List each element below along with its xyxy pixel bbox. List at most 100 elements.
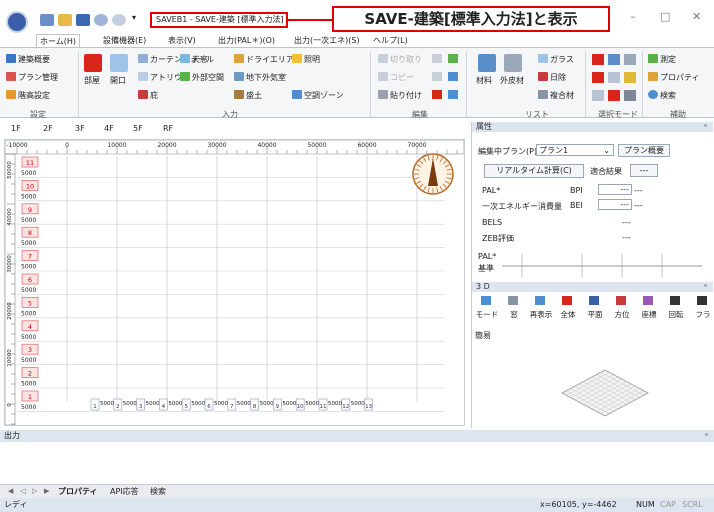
- view3d-tool-icon: [562, 296, 572, 305]
- view3d-tool-icon: [643, 296, 653, 305]
- select-light-icon[interactable]: [624, 72, 636, 83]
- glass-button[interactable]: ガラス: [538, 54, 574, 65]
- mirror-icon[interactable]: [448, 72, 458, 81]
- skylight-button[interactable]: 天窓: [180, 54, 208, 65]
- select-wall-icon[interactable]: [608, 54, 620, 65]
- select-zone-icon[interactable]: [592, 90, 604, 101]
- exterior-material-button[interactable]: 外皮材: [500, 75, 524, 86]
- view3d-tool-button[interactable]: 全体: [555, 309, 581, 320]
- ac-zone-icon: [292, 90, 302, 99]
- copy-button[interactable]: コピー: [378, 72, 414, 83]
- select-floor-icon[interactable]: [592, 72, 604, 83]
- lighting-icon: [292, 54, 302, 63]
- plan-select[interactable]: プラン1 ⌄: [536, 144, 614, 156]
- delete-icon[interactable]: [432, 90, 442, 99]
- material-button[interactable]: 材料: [476, 75, 492, 86]
- save-icon[interactable]: [76, 14, 90, 26]
- dry-area-button[interactable]: ドライエリア: [234, 54, 294, 65]
- close-button[interactable]: ✕: [692, 10, 701, 23]
- property-button[interactable]: プロパティ: [648, 72, 700, 83]
- column-label: 5: [184, 404, 188, 410]
- tab-search[interactable]: 検索: [150, 486, 166, 497]
- primary-energy-label: 一次エネルギー消費量: [482, 202, 562, 211]
- move-icon[interactable]: [448, 90, 458, 99]
- pin-icon[interactable]: ᵃ: [705, 430, 708, 442]
- tab-equipment[interactable]: 設備機器(E): [100, 34, 149, 48]
- outdoor-space-button[interactable]: 外部空間: [180, 72, 224, 83]
- view3d-tool-button[interactable]: モード: [474, 309, 500, 320]
- nav-first-icon[interactable]: ◀: [8, 487, 13, 495]
- view3d-tool-button[interactable]: 再表示: [528, 309, 554, 320]
- floor-tab-2f[interactable]: 2F: [43, 124, 53, 133]
- pin-icon[interactable]: ᵃ: [704, 282, 707, 292]
- x-tick-label: 50000: [307, 142, 326, 149]
- tab-view[interactable]: 表示(V): [165, 34, 199, 48]
- tab-help[interactable]: ヘルプ(L): [370, 34, 411, 48]
- paste-button[interactable]: 貼り付け: [378, 90, 422, 101]
- measure-button[interactable]: 測定: [648, 54, 676, 65]
- app-icon[interactable]: [6, 11, 28, 33]
- nav-last-icon[interactable]: ▶: [44, 487, 49, 495]
- view3d-tool-button[interactable]: フラ: [690, 309, 714, 320]
- composite-button[interactable]: 複合材: [538, 90, 574, 101]
- select-eaves-icon[interactable]: [608, 90, 620, 101]
- new-file-icon[interactable]: [40, 14, 54, 26]
- floor-tab-5f[interactable]: 5F: [133, 124, 143, 133]
- redo-edit-icon[interactable]: [448, 54, 458, 63]
- room-button[interactable]: 部屋: [84, 75, 100, 86]
- nav-prev-icon[interactable]: ◁: [20, 487, 25, 495]
- ac-zone-button[interactable]: 空調ゾーン: [292, 90, 344, 101]
- output-area[interactable]: [0, 442, 714, 484]
- view3d-tool-button[interactable]: 回転: [663, 309, 689, 320]
- maximize-button[interactable]: □: [660, 10, 670, 23]
- tab-property[interactable]: プロパティ: [58, 486, 98, 497]
- shade-button[interactable]: 日除: [538, 72, 566, 83]
- undo-edit-icon[interactable]: [432, 54, 442, 63]
- row-span: 5000: [21, 264, 36, 271]
- plan-overview-button[interactable]: プラン概要: [618, 144, 670, 157]
- minimize-button[interactable]: –: [630, 10, 636, 23]
- plan-canvas[interactable]: -10000 0 10000 20000 30000 40000 50000 60000 700…: [4, 139, 465, 426]
- floor-tab-3f[interactable]: 3F: [75, 124, 85, 133]
- view3d-tool-button[interactable]: 座標: [636, 309, 662, 320]
- view3d-tool-button[interactable]: 方位: [609, 309, 635, 320]
- nav-next-icon[interactable]: ▷: [32, 487, 37, 495]
- tab-output-energy[interactable]: 出力(一次エネ)(S): [291, 34, 363, 48]
- view3d-tool-button[interactable]: 窓: [501, 309, 527, 320]
- realtime-calc-button[interactable]: リアルタイム計算(C): [484, 164, 584, 178]
- building-overview-button[interactable]: 建築概要: [6, 54, 50, 65]
- pin-icon[interactable]: ᵃ: [704, 122, 707, 132]
- floor-height-button[interactable]: 階高設定: [6, 90, 50, 101]
- open-folder-icon[interactable]: [58, 14, 72, 26]
- floor-tab-rf[interactable]: RF: [163, 124, 173, 133]
- base-label: 基準: [478, 264, 494, 273]
- building-3d-preview[interactable]: [560, 368, 650, 418]
- search-button[interactable]: 検索: [648, 90, 676, 101]
- select-room-icon[interactable]: [592, 54, 604, 65]
- floor-tab-4f[interactable]: 4F: [104, 124, 114, 133]
- opening-button[interactable]: 開口: [110, 75, 126, 86]
- tab-home[interactable]: ホーム(H): [36, 34, 81, 48]
- plan-manage-button[interactable]: プラン管理: [6, 72, 58, 83]
- fill-button[interactable]: 盛土: [234, 90, 262, 101]
- x-tick-label: 20000: [157, 142, 176, 149]
- tab-output-pal[interactable]: 出力(PAL＊)(O): [215, 34, 278, 48]
- select-window-icon[interactable]: [624, 54, 636, 65]
- undo-icon[interactable]: [94, 14, 108, 26]
- tab-api-response[interactable]: API応答: [110, 486, 139, 497]
- select-fill-icon[interactable]: [624, 90, 636, 101]
- eaves-button[interactable]: 庇: [138, 90, 158, 101]
- cut-button[interactable]: 切り取り: [378, 54, 422, 65]
- paste-icon: [378, 90, 388, 99]
- underground-button[interactable]: 地下外気室: [234, 72, 286, 83]
- floor-tab-1f[interactable]: 1F: [11, 124, 21, 133]
- select-roof-icon[interactable]: [608, 72, 620, 83]
- quick-access-dropdown-icon[interactable]: ▾: [132, 13, 136, 22]
- redo-icon[interactable]: [112, 14, 126, 26]
- view3d-tool-button[interactable]: 平面: [582, 309, 608, 320]
- x-tick-label: 70000: [407, 142, 426, 149]
- rotate-icon[interactable]: [432, 72, 442, 81]
- top-ruler: [5, 140, 464, 155]
- column-label: 9: [276, 404, 280, 410]
- lighting-button[interactable]: 照明: [292, 54, 320, 65]
